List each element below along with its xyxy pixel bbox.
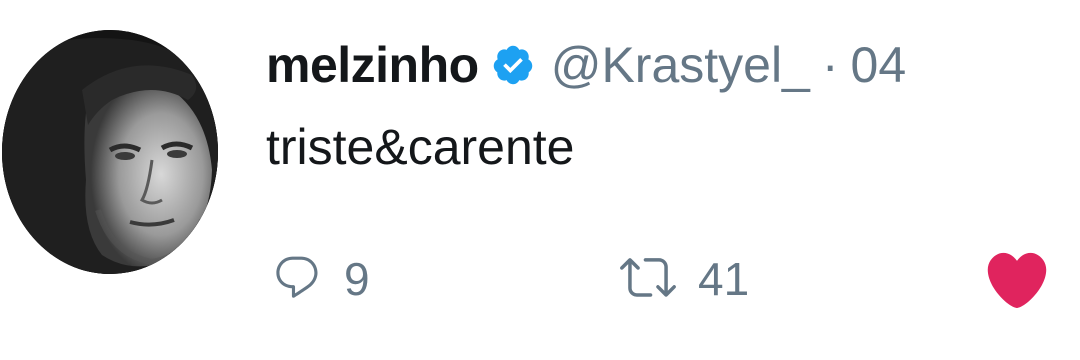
- retweet-icon: [620, 249, 676, 310]
- retweet-count: 41: [698, 253, 750, 305]
- dot-separator: ·: [821, 37, 839, 93]
- reply-icon: [272, 252, 322, 307]
- timestamp[interactable]: 04: [851, 36, 907, 94]
- retweet-button[interactable]: 41: [620, 244, 749, 314]
- user-handle[interactable]: @Krastyel_: [551, 36, 810, 94]
- reply-button[interactable]: 9: [272, 244, 370, 314]
- tweet-card[interactable]: melzinho @Krastyel_ · 04 triste&carente …: [0, 0, 1080, 360]
- tweet-header: melzinho @Krastyel_ · 04: [266, 30, 906, 100]
- reply-count: 9: [344, 253, 370, 305]
- avatar[interactable]: [2, 30, 218, 274]
- display-name[interactable]: melzinho: [266, 36, 479, 94]
- tweet-text: triste&carente: [266, 119, 575, 175]
- like-button[interactable]: [982, 244, 1052, 314]
- verified-badge-icon: [491, 43, 535, 87]
- heart-icon: [982, 245, 1052, 314]
